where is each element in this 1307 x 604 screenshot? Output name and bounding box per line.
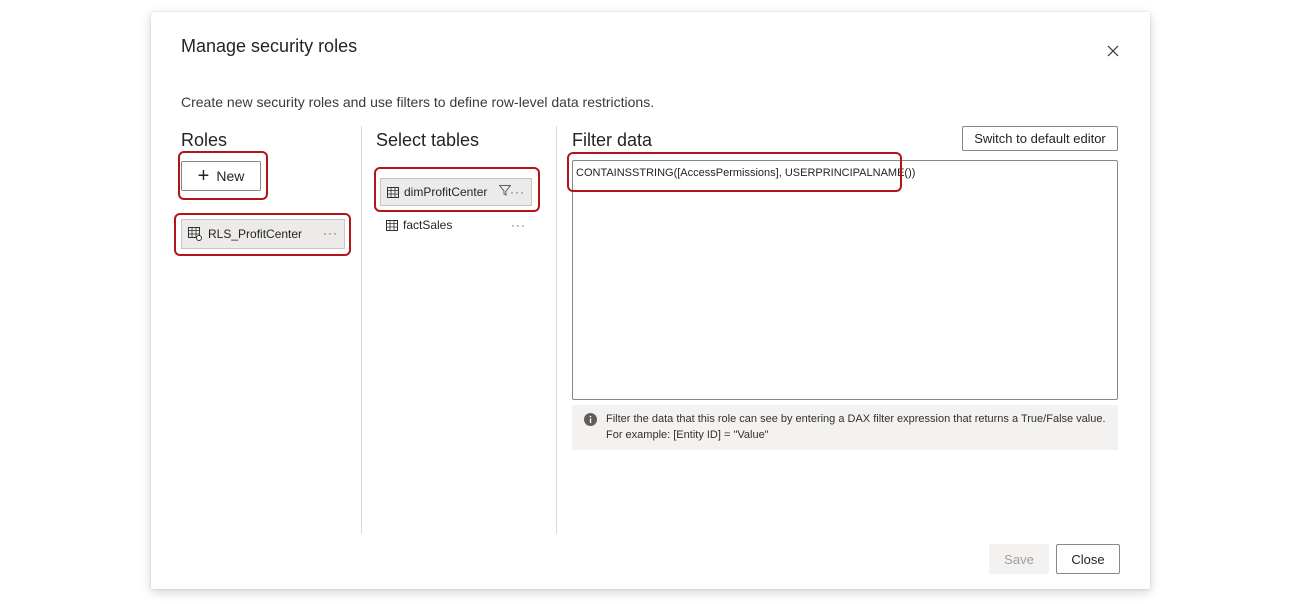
table-icon xyxy=(386,219,398,231)
switch-to-default-editor-button[interactable]: Switch to default editor xyxy=(962,126,1118,151)
dialog-title: Manage security roles xyxy=(181,36,358,56)
dax-expression-editor[interactable]: CONTAINSSTRING([AccessPermissions], USER… xyxy=(572,160,1118,400)
roles-heading: Roles xyxy=(181,130,228,150)
info-text-line1: Filter the data that this role can see b… xyxy=(606,413,1106,425)
table-item-label: dimProfitCenter xyxy=(404,185,488,199)
close-icon[interactable] xyxy=(1102,40,1124,62)
role-item-rls-profitcenter[interactable]: RLS_ProfitCenter ··· xyxy=(181,219,345,249)
table-item-factsales[interactable]: factSales ··· xyxy=(380,213,532,237)
save-button[interactable]: Save xyxy=(989,544,1049,574)
new-role-label: New xyxy=(216,168,245,184)
close-button[interactable]: Close xyxy=(1056,544,1120,574)
filter-heading: Filter data xyxy=(572,130,653,150)
tables-heading: Select tables xyxy=(376,130,480,150)
dialog-description: Create new security roles and use filter… xyxy=(181,94,655,110)
table-icon xyxy=(387,186,399,198)
filter-info-box: Filter the data that this role can see b… xyxy=(572,405,1118,450)
manage-security-roles-dialog: Manage security roles Create new securit… xyxy=(151,12,1150,589)
expression-highlight xyxy=(567,152,902,192)
table-item-label: factSales xyxy=(403,218,453,232)
role-table-icon xyxy=(188,227,202,241)
role-more-options[interactable]: ··· xyxy=(323,226,338,240)
table-item-dimprofitcenter[interactable]: dimProfitCenter ··· xyxy=(380,178,532,206)
new-role-button[interactable]: + New xyxy=(181,161,261,191)
role-item-label: RLS_ProfitCenter xyxy=(208,227,303,241)
info-text-line2: For example: [Entity ID] = "Value" xyxy=(606,429,769,441)
info-icon xyxy=(584,413,597,429)
table-more-options[interactable]: ··· xyxy=(510,185,525,199)
roles-divider xyxy=(361,126,362,534)
plus-icon: + xyxy=(197,165,210,187)
table-more-options[interactable]: ··· xyxy=(511,218,526,232)
tables-divider xyxy=(556,126,557,534)
